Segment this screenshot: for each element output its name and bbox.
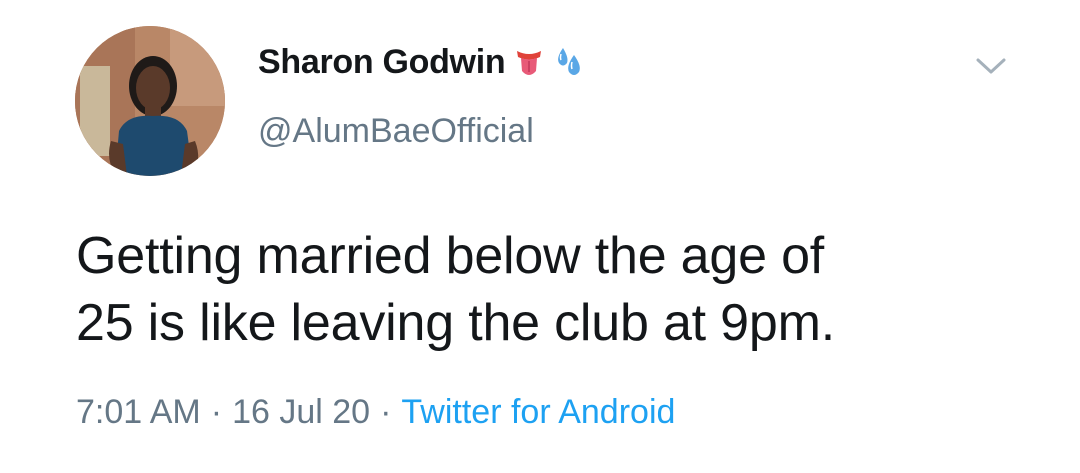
author-handle[interactable]: @AlumBaeOfficial bbox=[258, 112, 534, 151]
author-name-row[interactable]: Sharon Godwin bbox=[258, 38, 585, 86]
meta-separator: · bbox=[210, 393, 223, 431]
meta-separator: · bbox=[380, 393, 392, 431]
droplets-emoji bbox=[553, 45, 585, 79]
tongue-emoji bbox=[513, 45, 545, 79]
avatar-photo bbox=[75, 26, 225, 176]
tweet-date[interactable]: 16 Jul 20 bbox=[232, 393, 370, 431]
tweet-text-line: Getting married below the age of bbox=[76, 227, 825, 285]
chevron-down-icon[interactable] bbox=[974, 54, 1008, 78]
tweet-text-line: 25 is like leaving the club at 9pm. bbox=[76, 294, 835, 352]
tweet-text: Getting married below the age of 25 is l… bbox=[76, 223, 1036, 357]
tweet-meta: 7:01 AM · 16 Jul 20 · Twitter for Android bbox=[76, 393, 675, 432]
tweet-source-link[interactable]: Twitter for Android bbox=[401, 393, 675, 431]
tweet-time[interactable]: 7:01 AM bbox=[76, 393, 201, 431]
avatar[interactable] bbox=[75, 26, 225, 176]
author-display-name[interactable]: Sharon Godwin bbox=[258, 43, 506, 82]
tweet-card: Sharon Godwin @AlumBaeOfficial Getting m… bbox=[0, 0, 1080, 473]
